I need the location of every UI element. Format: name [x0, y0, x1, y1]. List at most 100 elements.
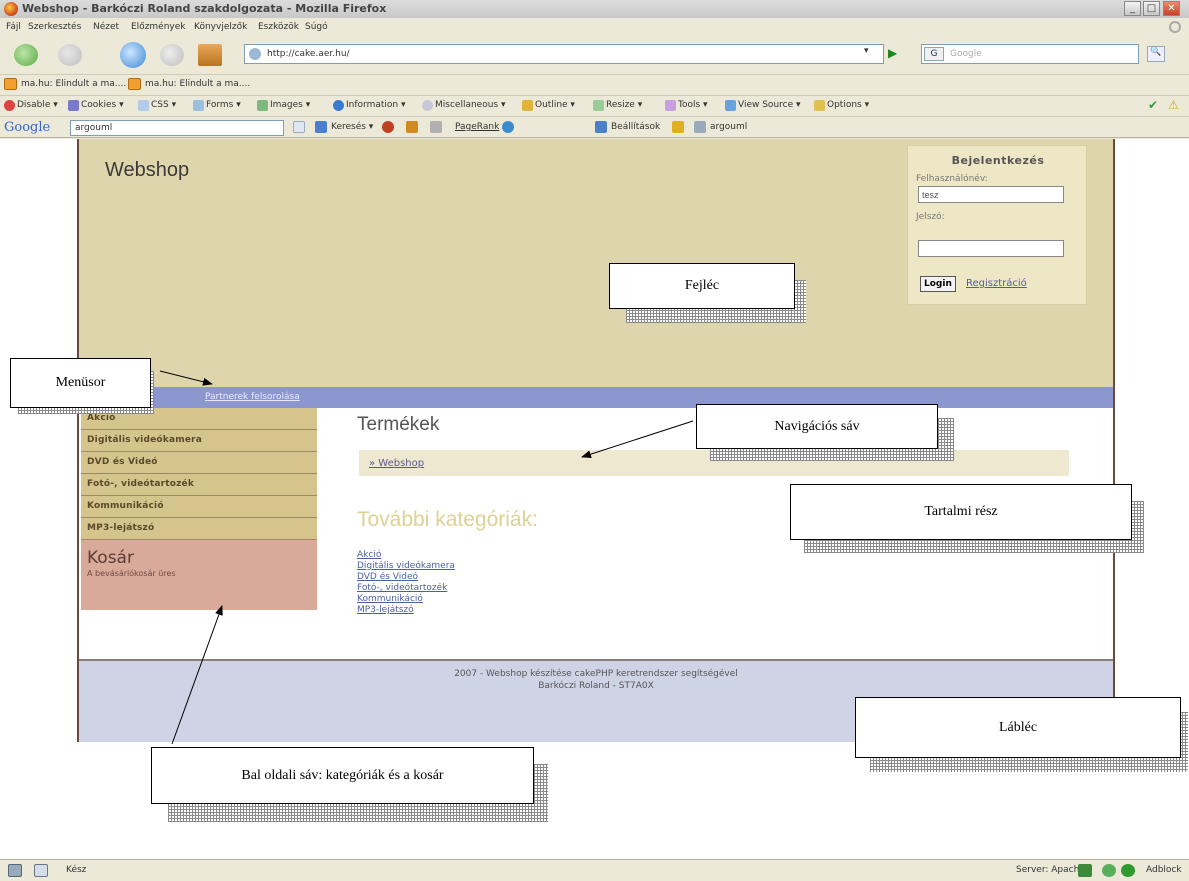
login-button[interactable]: Login: [920, 276, 956, 292]
menu-history[interactable]: Előzmények: [131, 22, 186, 32]
content-callout: Tartalmi rész: [790, 484, 1132, 540]
miscellaneous-icon: [422, 100, 433, 111]
go-icon[interactable]: ▶: [888, 46, 904, 62]
category-item[interactable]: Kommunikáció: [81, 496, 317, 518]
breadcrumb-webshop-link[interactable]: » Webshop: [369, 458, 424, 469]
search-engine-icon[interactable]: G: [924, 47, 944, 61]
category-item[interactable]: Fotó-, videótartozék: [81, 474, 317, 496]
disable-icon: [4, 100, 15, 111]
popup-blocker-icon[interactable]: [406, 121, 418, 133]
view-source-icon: [725, 100, 736, 111]
password-input[interactable]: [918, 240, 1064, 257]
category-item[interactable]: Digitális videókamera: [81, 430, 317, 452]
dev-information[interactable]: Information ▾: [346, 100, 405, 110]
reload-icon[interactable]: [120, 42, 146, 68]
forms-icon: [193, 100, 204, 111]
bookmark-item[interactable]: ma.hu: Elindult a ma....: [21, 79, 126, 89]
url-text[interactable]: http://cake.aer.hu/: [267, 49, 350, 59]
web-developer-toolbar: Disable ▾ Cookies ▾ CSS ▾ Forms ▾ Images…: [0, 95, 1189, 115]
dev-miscellaneous[interactable]: Miscellaneous ▾: [435, 100, 505, 110]
category-item[interactable]: DVD és Videó: [81, 452, 317, 474]
register-link[interactable]: Regisztráció: [966, 278, 1027, 289]
status-icon[interactable]: [34, 864, 48, 877]
dropdown-icon[interactable]: [293, 121, 305, 133]
menu-bookmarks[interactable]: Könyvjelzők: [194, 22, 247, 32]
minimize-button[interactable]: _: [1124, 1, 1141, 16]
username-input[interactable]: [918, 186, 1064, 203]
adblock-label[interactable]: Adblock: [1146, 865, 1182, 875]
menu-help[interactable]: Súgó: [305, 22, 328, 32]
menu-row: Partnerek felsorolása: [79, 387, 1113, 408]
home-icon[interactable]: [198, 44, 222, 66]
category-link[interactable]: Kommunikáció: [357, 594, 455, 605]
dev-css[interactable]: CSS ▾: [151, 100, 176, 110]
options-icon: [814, 100, 825, 111]
category-link[interactable]: Fotó-, videótartozék: [357, 583, 455, 594]
throbber-icon: [1169, 21, 1181, 33]
menu-bar: Fájl Szerkesztés Nézet Előzmények Könyvj…: [0, 20, 1189, 36]
google-g-icon: [315, 121, 327, 133]
info-icon[interactable]: [502, 121, 514, 133]
stop-icon[interactable]: [160, 44, 184, 66]
cart-box: Kosár A bevásárlókosár üres: [81, 540, 317, 610]
site-title[interactable]: Webshop: [105, 159, 189, 182]
menu-file[interactable]: Fájl: [6, 22, 21, 32]
url-dropdown-icon[interactable]: ▾: [864, 46, 878, 62]
url-bar[interactable]: http://cake.aer.hu/: [244, 44, 884, 64]
status-bar: Kész Server: Apache Adblock: [0, 859, 1189, 881]
find-icon[interactable]: [694, 121, 706, 133]
information-icon: [333, 100, 344, 111]
category-link[interactable]: DVD és Videó: [357, 572, 455, 583]
search-box[interactable]: G Google: [921, 44, 1139, 64]
bookmark-item[interactable]: ma.hu: Elindult a ma....: [145, 79, 250, 89]
search-button[interactable]: Keresés ▾: [331, 122, 373, 132]
refresh-icon[interactable]: [1102, 864, 1116, 877]
back-icon[interactable]: [14, 44, 38, 66]
category-link[interactable]: Akció: [357, 550, 455, 561]
dev-forms[interactable]: Forms ▾: [206, 100, 241, 110]
dev-cookies[interactable]: Cookies ▾: [81, 100, 124, 110]
ok-status-icon: [1121, 864, 1135, 877]
login-box: Bejelentkezés Felhasználónév: Jelszó: Lo…: [907, 145, 1087, 305]
dev-view-source[interactable]: View Source ▾: [738, 100, 801, 110]
footer-callout: Lábléc: [855, 697, 1181, 758]
google-search-input[interactable]: argouml: [70, 120, 284, 136]
dev-options[interactable]: Options ▾: [827, 100, 869, 110]
magnifier-icon[interactable]: [382, 121, 394, 133]
category-link[interactable]: MP3-lejátszó: [357, 605, 455, 616]
maximize-button[interactable]: □: [1143, 1, 1160, 16]
close-button[interactable]: ✕: [1163, 1, 1180, 16]
pagerank-label[interactable]: PageRank: [455, 122, 499, 132]
dev-tools[interactable]: Tools ▾: [678, 100, 708, 110]
dev-outline[interactable]: Outline ▾: [535, 100, 575, 110]
left-sidebar: Akció Digitális videókamera DVD és Videó…: [81, 408, 319, 610]
menu-edit[interactable]: Szerkesztés: [28, 22, 81, 32]
extension-icon[interactable]: [1078, 864, 1092, 877]
title-bar: Webshop - Barkóczi Roland szakdolgozata …: [0, 0, 1189, 18]
cart-status: A bevásárlókosár üres: [87, 569, 176, 578]
favicon-icon: [249, 48, 261, 60]
highlight-icon[interactable]: [672, 121, 684, 133]
check-icon: ✔: [1148, 98, 1159, 112]
cookies-icon: [68, 100, 79, 111]
spellcheck-icon[interactable]: [430, 121, 442, 133]
footer-line: 2007 - Webshop készítése cakePHP keretre…: [454, 669, 738, 679]
partners-link[interactable]: Partnerek felsorolása: [205, 392, 300, 402]
web-developer-icon[interactable]: [8, 864, 22, 877]
search-button[interactable]: 🔍: [1147, 46, 1165, 62]
menu-tools[interactable]: Eszközök: [258, 22, 299, 32]
settings-button[interactable]: Beállítások: [611, 122, 660, 132]
dev-disable[interactable]: Disable ▾: [17, 100, 58, 110]
settings-icon: [595, 121, 607, 133]
search-input[interactable]: Google: [950, 49, 982, 59]
browser-window: Webshop - Barkóczi Roland szakdolgozata …: [0, 0, 1189, 881]
category-link[interactable]: Digitális videókamera: [357, 561, 455, 572]
forward-icon[interactable]: [58, 44, 82, 66]
search-term-button[interactable]: argouml: [710, 122, 747, 132]
dev-images[interactable]: Images ▾: [270, 100, 310, 110]
category-item[interactable]: MP3-lejátszó: [81, 518, 317, 540]
css-icon: [138, 100, 149, 111]
menu-view[interactable]: Nézet: [93, 22, 119, 32]
dev-resize[interactable]: Resize ▾: [606, 100, 642, 110]
google-toolbar: Google argouml Keresés ▾ PageRank Beállí…: [0, 116, 1189, 138]
